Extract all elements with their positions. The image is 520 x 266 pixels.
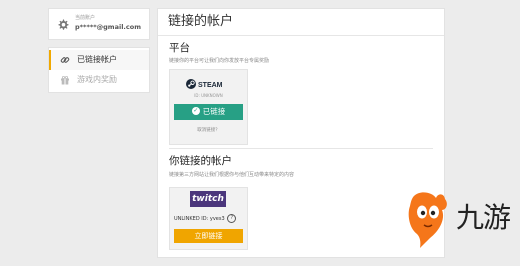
divider <box>158 35 444 36</box>
twitch-link-button[interactable]: 立即链接 <box>174 229 243 243</box>
account-email: p*****@gmail.com <box>75 23 141 31</box>
linked-accounts-panel: 链接的帐户 平台 链接你的平台可让我们向你发放平台专属奖励 STEAM ID: … <box>157 8 445 258</box>
help-icon[interactable]: ? <box>227 214 237 223</box>
sidebar-item-label: 游戏内奖励 <box>77 75 117 84</box>
active-indicator <box>49 50 51 70</box>
sidebar-nav: 已链接帐户 游戏内奖励 <box>48 47 150 93</box>
steam-logo-text: STEAM <box>198 82 223 89</box>
sidebar-item-label: 已链接帐户 <box>77 55 117 64</box>
gear-icon[interactable] <box>57 18 69 30</box>
steam-logo: STEAM <box>186 79 223 89</box>
platform-section-description: 链接你的平台可让我们向你发放平台专属奖励 <box>169 58 270 64</box>
brand-watermark-text: 九游 <box>456 201 511 234</box>
steam-unlink-link[interactable]: 取消链接？ <box>170 128 247 134</box>
page-title: 链接的帐户 <box>168 14 234 29</box>
steam-card: STEAM ID: UNKNOWN ✓ 已链接 取消链接？ <box>169 69 248 145</box>
platform-section-title: 平台 <box>169 42 190 54</box>
twitch-logo: twitch <box>190 191 226 207</box>
sidebar-item-ingame-rewards[interactable]: 游戏内奖励 <box>49 70 149 90</box>
steam-id: ID: UNKNOWN <box>194 93 223 98</box>
twitch-id-text: UNLINKED ID: yves3 <box>174 216 225 222</box>
twitch-id: UNLINKED ID: yves3 ? <box>174 214 244 223</box>
gift-icon <box>61 75 69 85</box>
account-card: 当前账户 p*****@gmail.com <box>48 8 150 40</box>
link-icon <box>60 57 70 63</box>
your-accounts-section-title: 你链接的帐户 <box>169 155 232 167</box>
section-divider <box>169 148 433 149</box>
check-icon: ✓ <box>191 107 200 115</box>
twitch-card: twitch UNLINKED ID: yves3 ? 立即链接 <box>169 187 248 250</box>
brand-mascot-logo <box>408 192 447 248</box>
account-label: 当前账户 <box>75 15 96 21</box>
steam-linked-button-label: 已链接 <box>202 107 226 116</box>
steam-linked-button[interactable]: ✓ 已链接 <box>174 104 243 120</box>
your-accounts-section-description: 链接第三方网站让我们根据你与他们互动带来特定的内容 <box>169 172 295 178</box>
sidebar-item-linked-accounts[interactable]: 已链接帐户 <box>49 50 149 70</box>
